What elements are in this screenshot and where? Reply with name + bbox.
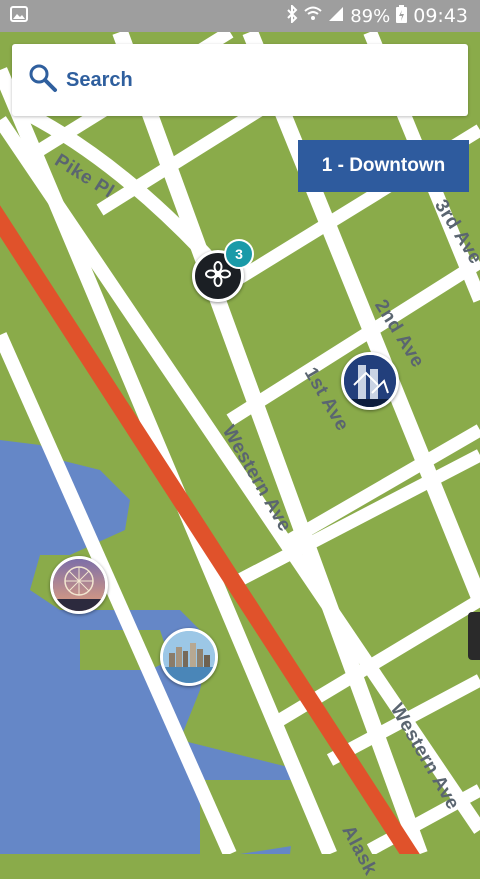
battery-charging-icon bbox=[396, 4, 408, 28]
art-museum-pin[interactable] bbox=[341, 352, 399, 410]
flower-icon bbox=[205, 260, 231, 292]
waterfront-pin[interactable] bbox=[160, 628, 218, 686]
cluster-count-badge: 3 bbox=[224, 239, 254, 269]
tour-selector-button[interactable]: 1 - Downtown bbox=[298, 140, 469, 192]
battery-percent: 89% bbox=[350, 5, 391, 27]
signal-icon bbox=[328, 6, 344, 27]
search-icon bbox=[12, 63, 58, 98]
image-icon bbox=[10, 6, 28, 26]
side-panel-handle[interactable] bbox=[468, 612, 480, 660]
art-museum-photo bbox=[344, 355, 396, 407]
ferris-wheel-photo bbox=[53, 559, 105, 611]
wifi-icon bbox=[304, 6, 322, 27]
clock: 09:43 bbox=[413, 5, 468, 27]
bluetooth-icon bbox=[286, 3, 298, 28]
waterfront-photo bbox=[163, 631, 215, 683]
search-bar[interactable]: Search bbox=[12, 44, 468, 116]
search-label: Search bbox=[66, 68, 133, 91]
ferris-wheel-pin[interactable] bbox=[50, 556, 108, 614]
status-bar: 89% 09:43 bbox=[0, 0, 480, 32]
